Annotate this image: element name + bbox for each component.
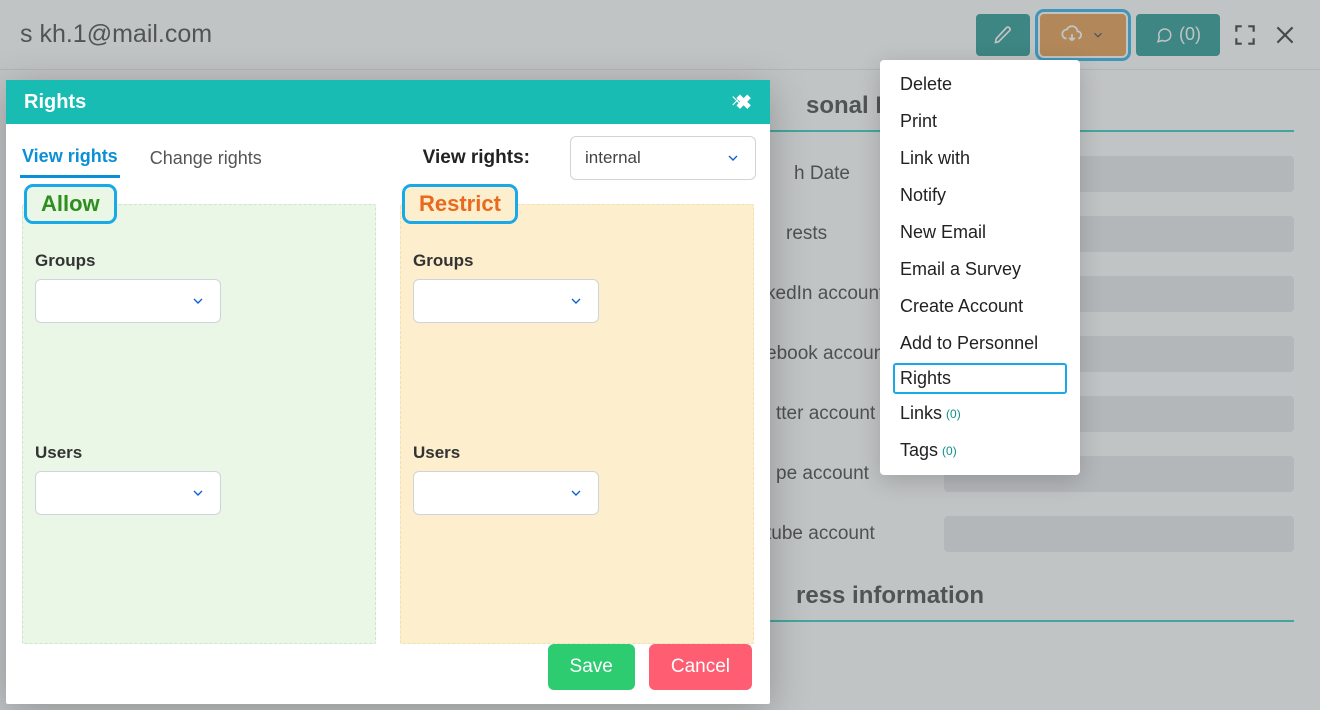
modal-title: Rights <box>24 91 86 114</box>
cancel-button[interactable]: Cancel <box>649 644 752 690</box>
tab-view-rights[interactable]: View rights <box>20 138 120 178</box>
menu-item-email-a-survey[interactable]: Email a Survey <box>880 251 1080 288</box>
menu-item-notify[interactable]: Notify <box>880 177 1080 214</box>
menu-item-print[interactable]: Print <box>880 103 1080 140</box>
menu-item-add-to-personnel[interactable]: Add to Personnel <box>880 325 1080 362</box>
restrict-groups-label: Groups <box>413 251 741 271</box>
restrict-users-label: Users <box>413 443 741 463</box>
scope-label: View rights: <box>423 147 530 169</box>
chevron-down-icon <box>190 293 206 309</box>
menu-item-rights[interactable]: Rights <box>892 362 1068 395</box>
chevron-down-icon <box>568 293 584 309</box>
menu-item-create-account[interactable]: Create Account <box>880 288 1080 325</box>
actions-menu: DeletePrintLink withNotifyNew EmailEmail… <box>880 60 1080 475</box>
allow-panel: Allow Groups Users <box>22 204 376 644</box>
restrict-users-select[interactable] <box>413 471 599 515</box>
allow-title: Allow <box>27 187 114 221</box>
rights-modal: Rights ✖ View rights Change rights View … <box>6 80 770 704</box>
modal-tabs: View rights Change rights View rights: i… <box>16 128 760 180</box>
allow-groups-label: Groups <box>35 251 363 271</box>
menu-item-links[interactable]: Links (0) <box>880 395 1080 432</box>
menu-item-tags[interactable]: Tags (0) <box>880 432 1080 469</box>
chevron-down-icon <box>568 485 584 501</box>
menu-item-new-email[interactable]: New Email <box>880 214 1080 251</box>
restrict-title: Restrict <box>405 187 515 221</box>
menu-item-badge: (0) <box>942 444 957 458</box>
allow-groups-select[interactable] <box>35 279 221 323</box>
chevron-down-icon <box>725 150 741 166</box>
menu-item-badge: (0) <box>946 407 961 421</box>
chevron-down-icon <box>190 485 206 501</box>
allow-users-select[interactable] <box>35 471 221 515</box>
modal-close-button[interactable]: ✖ <box>730 90 752 115</box>
restrict-panel: Restrict Groups Users <box>400 204 754 644</box>
menu-item-link-with[interactable]: Link with <box>880 140 1080 177</box>
save-button[interactable]: Save <box>548 644 635 690</box>
scope-select[interactable]: internal <box>570 136 756 180</box>
menu-item-delete[interactable]: Delete <box>880 66 1080 103</box>
restrict-groups-select[interactable] <box>413 279 599 323</box>
tab-change-rights[interactable]: Change rights <box>148 140 264 177</box>
allow-users-label: Users <box>35 443 363 463</box>
